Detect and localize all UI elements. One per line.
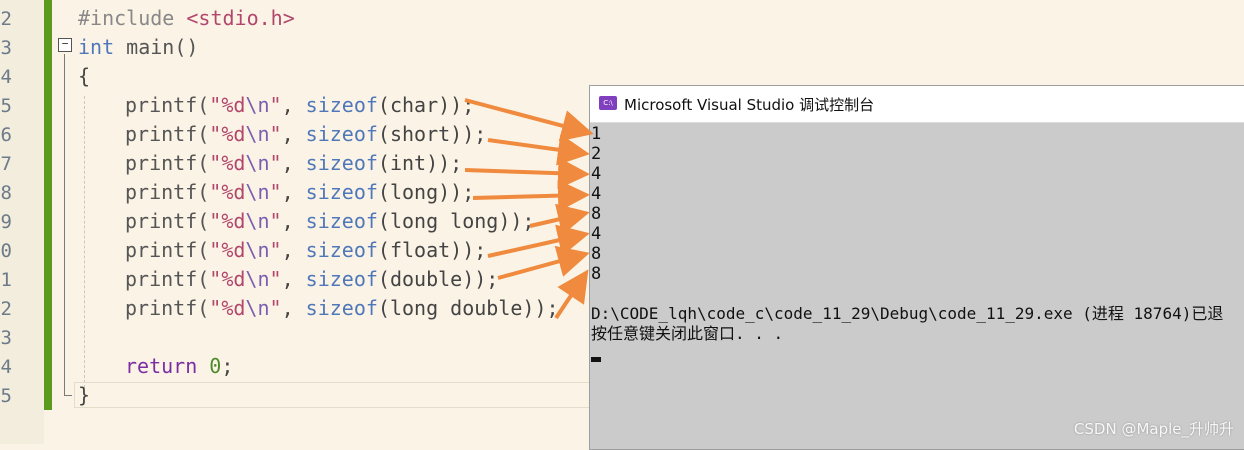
preprocessor-directive: #include [78, 6, 187, 30]
code-line-printf: printf("%d\n", sizeof(long double)); [125, 296, 559, 320]
arrow-float [487, 224, 590, 258]
keyword-int: int [78, 35, 115, 59]
code-line-include: #include <stdio.h> [78, 6, 295, 30]
code-line-printf: printf("%d\n", sizeof(float)); [125, 238, 487, 262]
console-titlebar[interactable]: C:\ Microsoft Visual Studio 调试控制台 [590, 86, 1244, 123]
code-line-printf: printf("%d\n", sizeof(char)); [125, 93, 475, 117]
arrow-long [472, 179, 590, 212]
code-line-main: int main() [78, 35, 198, 59]
output-line: 2 [591, 144, 602, 164]
arrow-int [464, 157, 590, 190]
output-line: 1 [591, 124, 602, 144]
line-number: 3 [0, 327, 12, 349]
output-line: 8 [591, 264, 602, 284]
debug-console-window[interactable]: C:\ Microsoft Visual Studio 调试控制台 1 2 4 … [589, 85, 1244, 450]
line-number: 8 [0, 182, 12, 204]
line-number: 5 [0, 385, 12, 407]
line-number: 3 [0, 37, 12, 59]
watermark: CSDN @Maple_升帅升 [1073, 420, 1234, 438]
line-number-gutter: 2 3 4 5 6 7 8 9 0 1 2 3 4 5 [0, 0, 44, 444]
fold-guide [64, 54, 65, 396]
function-name: main() [114, 35, 199, 59]
output-line: 4 [591, 164, 602, 184]
code-line-printf: printf("%d\n", sizeof(double)); [125, 267, 499, 291]
code-line-printf: printf("%d\n", sizeof(long)); [125, 180, 475, 204]
line-number: 0 [0, 240, 12, 262]
line-number: 2 [0, 8, 12, 30]
arrow-long-long [529, 203, 590, 235]
line-number: 4 [0, 66, 12, 88]
line-number: 7 [0, 153, 12, 175]
output-line: 4 [591, 184, 602, 204]
code-line-printf: printf("%d\n", sizeof(int)); [125, 151, 463, 175]
return-value: 0 [197, 354, 222, 378]
line-number: 2 [0, 298, 12, 320]
arrow-long-double [554, 269, 589, 320]
arrow-double [497, 245, 590, 280]
output-line: 8 [591, 204, 602, 224]
keyword-return: return [125, 354, 198, 378]
code-line-return: return 0; [125, 354, 234, 378]
fold-guide-end [64, 395, 72, 396]
console-output[interactable]: 1 2 4 4 8 4 8 8 D:\CODE_lqh\code_c\code_… [590, 124, 1244, 449]
line-number: 1 [0, 269, 12, 291]
indent-guide [84, 96, 85, 388]
code-line-printf: printf("%d\n", sizeof(long long)); [125, 209, 535, 233]
collapse-toggle-icon[interactable]: − [58, 38, 72, 52]
console-title: Microsoft Visual Studio 调试控制台 [624, 96, 875, 114]
code-close-brace: } [78, 383, 91, 407]
text-cursor [591, 357, 601, 362]
line-number: 6 [0, 124, 12, 146]
code-line-printf: printf("%d\n", sizeof(short)); [125, 122, 487, 146]
line-number: 4 [0, 356, 12, 378]
code-open-brace: { [78, 64, 91, 88]
arrow-short [487, 133, 590, 166]
output-line: 8 [591, 244, 602, 264]
include-header: <stdio.h> [186, 6, 295, 30]
change-tracking-bar [44, 0, 52, 410]
press-key-prompt: 按任意键关闭此窗口. . . [591, 324, 784, 343]
line-number: 5 [0, 95, 12, 117]
line-number: 9 [0, 211, 12, 233]
exit-message: D:\CODE_lqh\code_c\code_11_29\Debug\code… [591, 304, 1224, 323]
current-line-highlight [74, 382, 594, 408]
output-line: 4 [591, 224, 602, 244]
vs-console-icon: C:\ [599, 96, 617, 110]
